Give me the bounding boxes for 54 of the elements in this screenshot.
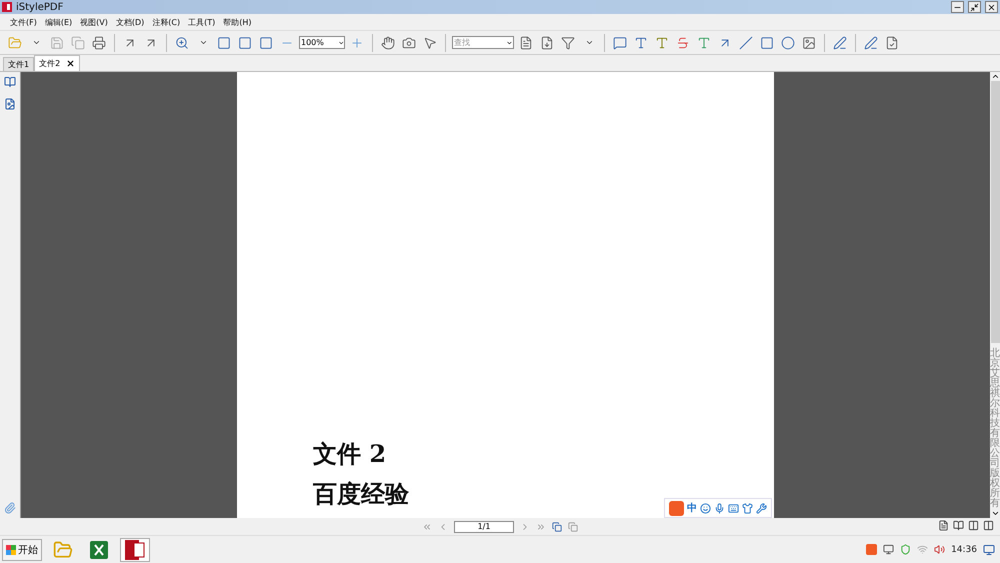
volume-icon[interactable] bbox=[934, 544, 946, 555]
document-tab[interactable]: 文件2 bbox=[34, 55, 80, 71]
bookmark-icon[interactable] bbox=[4, 76, 16, 88]
menu-item[interactable]: 文件(F) bbox=[8, 16, 39, 28]
menu-item[interactable]: 视图(V) bbox=[78, 16, 110, 28]
close-button[interactable] bbox=[985, 1, 998, 13]
menu-item[interactable]: 工具(T) bbox=[186, 16, 218, 28]
line-icon[interactable] bbox=[737, 34, 755, 52]
window-title: iStylePDF bbox=[16, 2, 64, 12]
start-button[interactable]: 开始 bbox=[2, 538, 42, 560]
zoom-combo-box[interactable]: 100% bbox=[299, 36, 345, 49]
scroll-down-icon[interactable] bbox=[990, 509, 1000, 518]
ime-mode[interactable]: 中 bbox=[687, 501, 697, 515]
pen-icon[interactable] bbox=[831, 34, 849, 52]
app-logo-icon bbox=[2, 2, 12, 12]
pages-icon[interactable] bbox=[552, 522, 562, 532]
close-icon bbox=[987, 2, 996, 12]
menu-item[interactable]: 文档(D) bbox=[114, 16, 146, 28]
show-desktop-icon[interactable] bbox=[983, 544, 995, 556]
close-icon[interactable] bbox=[66, 59, 76, 68]
page-text: 百度经验 bbox=[313, 478, 409, 510]
document-tab[interactable]: 文件1 bbox=[3, 57, 34, 71]
find-field[interactable]: 查找 bbox=[453, 37, 506, 48]
two-page-icon[interactable] bbox=[968, 520, 979, 531]
microphone-icon[interactable] bbox=[714, 502, 725, 514]
emoji-icon[interactable] bbox=[700, 502, 711, 514]
wrench-icon[interactable] bbox=[756, 502, 767, 514]
shield-icon[interactable] bbox=[900, 544, 912, 555]
menu-item[interactable]: 帮助(H) bbox=[221, 16, 254, 28]
copyright-text: 北京艾思祺尔科技有限公司版权所有 bbox=[990, 349, 1000, 510]
print-icon[interactable] bbox=[90, 34, 108, 52]
thumbnail-icon[interactable] bbox=[4, 98, 16, 110]
zoom-field[interactable]: 100% bbox=[300, 37, 338, 48]
page-number-field[interactable]: 1/1 bbox=[454, 520, 514, 532]
pdf-taskbar-button[interactable] bbox=[120, 538, 150, 562]
menu-item[interactable]: 编辑(E) bbox=[42, 16, 74, 28]
two-page-icon[interactable] bbox=[983, 520, 994, 531]
shirt-icon[interactable] bbox=[742, 502, 753, 514]
restore-icon bbox=[970, 2, 979, 12]
network-icon[interactable] bbox=[883, 544, 894, 555]
minimize-button[interactable] bbox=[951, 1, 964, 13]
page-text: 文件 2 bbox=[313, 438, 386, 470]
windows-logo-icon bbox=[6, 544, 16, 554]
menu-item[interactable]: 注释(C) bbox=[150, 16, 182, 28]
find-combo-box[interactable]: 查找 bbox=[452, 36, 514, 49]
pen-icon[interactable] bbox=[862, 34, 880, 52]
ime-logo-icon[interactable] bbox=[669, 500, 684, 516]
restore-button[interactable] bbox=[968, 1, 981, 13]
clock: 14:36 bbox=[951, 544, 977, 554]
ellipse-icon[interactable] bbox=[779, 34, 797, 52]
scroll-up-icon[interactable] bbox=[990, 72, 1000, 81]
keyboard-icon[interactable] bbox=[728, 502, 739, 514]
single-page-icon[interactable] bbox=[938, 520, 949, 531]
ime-tray-icon[interactable] bbox=[866, 544, 878, 555]
